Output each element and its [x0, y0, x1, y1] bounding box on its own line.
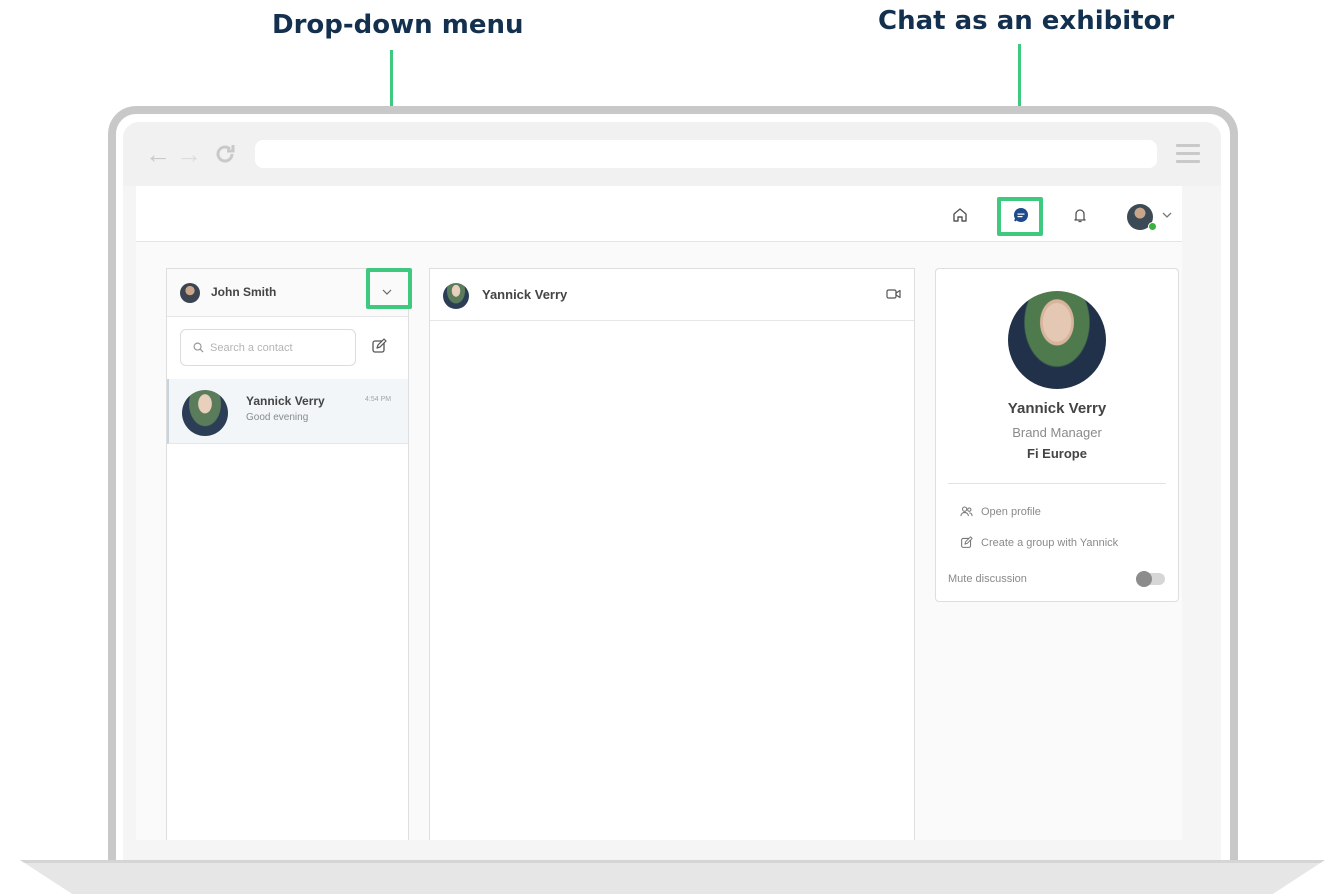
profile-name: Yannick Verry: [1007, 400, 1107, 417]
contact-list-item[interactable]: Yannick Verry Good evening 4:54 PM: [167, 379, 408, 444]
contact-name: Yannick Verry: [246, 394, 325, 408]
profile-role: Brand Manager: [1012, 425, 1102, 440]
video-call-icon[interactable]: [886, 287, 902, 301]
current-user-avatar: [180, 283, 200, 303]
mute-toggle[interactable]: [1136, 571, 1165, 587]
current-user-name: John Smith: [211, 285, 277, 299]
open-profile-link[interactable]: Open profile: [960, 505, 1041, 518]
conversation-header: Yannick Verry: [430, 269, 914, 321]
divider: [948, 483, 1166, 484]
laptop-base: [20, 860, 1325, 894]
dropdown-menu-callout: Drop-down menu: [272, 10, 524, 40]
arrow-right-icon[interactable]: →: [176, 138, 202, 170]
search-icon: [193, 342, 204, 353]
contacts-panel: John Smith Yannick Verry Good evening 4:…: [166, 268, 409, 840]
users-icon: [960, 506, 973, 517]
open-profile-label: Open profile: [981, 505, 1041, 518]
address-bar[interactable]: [255, 140, 1157, 168]
profile-photo: [1008, 291, 1106, 389]
create-group-label: Create a group with Yannick: [981, 536, 1119, 549]
contact-avatar: [182, 390, 228, 436]
conversation-contact-name: Yannick Verry: [482, 287, 568, 302]
chat-icon-highlight: [997, 197, 1043, 236]
chat-exhibitor-callout: Chat as an exhibitor: [878, 6, 1175, 36]
arrow-left-icon[interactable]: ←: [145, 138, 171, 170]
online-status-dot: [1148, 222, 1157, 231]
hamburger-icon[interactable]: [1176, 144, 1200, 164]
contact-timestamp: 4:54 PM: [365, 396, 392, 403]
create-group-link[interactable]: Create a group with Yannick: [960, 536, 1118, 549]
compose-icon[interactable]: [371, 338, 389, 356]
home-icon[interactable]: [949, 204, 971, 226]
bell-icon[interactable]: [1069, 204, 1091, 226]
toggle-knob: [1136, 571, 1152, 587]
profile-panel: Yannick Verry Brand Manager Fi Europe Op…: [935, 268, 1179, 602]
conversation-panel: Yannick Verry: [429, 268, 915, 840]
chevron-down-icon[interactable]: [1160, 208, 1174, 222]
dropdown-highlight: [366, 268, 412, 309]
search-contact-input[interactable]: [210, 341, 350, 354]
search-contact-box[interactable]: [180, 329, 356, 366]
compose-icon: [961, 536, 973, 548]
profile-company: Fi Europe: [1027, 446, 1087, 461]
conversation-avatar: [443, 283, 469, 309]
contact-last-message: Good evening: [246, 412, 309, 423]
reload-icon[interactable]: [213, 138, 237, 173]
mute-discussion-label: Mute discussion: [948, 573, 1027, 585]
